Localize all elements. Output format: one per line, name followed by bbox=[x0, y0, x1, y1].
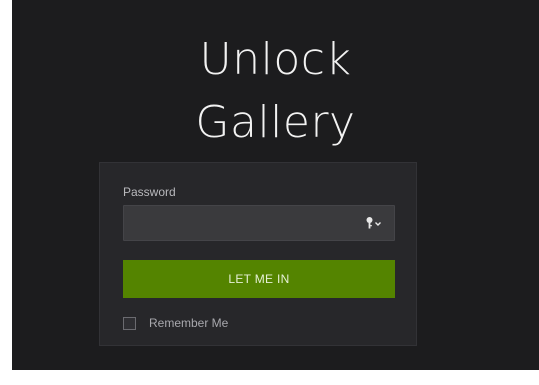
page-title-line-1: Unlock bbox=[199, 34, 352, 85]
page-title-line-2: Gallery bbox=[195, 97, 356, 148]
unlock-screen: Unlock Gallery Password LET ME IN Rememb… bbox=[12, 0, 539, 370]
remember-me-label: Remember Me bbox=[149, 316, 229, 330]
login-panel: Password LET ME IN Remember Me bbox=[99, 162, 417, 346]
password-label: Password bbox=[123, 185, 176, 199]
remember-me-checkbox[interactable] bbox=[123, 316, 136, 330]
password-input[interactable] bbox=[123, 205, 395, 241]
let-me-in-button[interactable]: LET ME IN bbox=[123, 260, 395, 298]
remember-me-checkbox-row[interactable]: Remember Me bbox=[123, 315, 228, 331]
password-key-menu-button[interactable] bbox=[362, 213, 388, 233]
chevron-down-icon bbox=[375, 222, 381, 226]
key-icon bbox=[366, 217, 381, 229]
